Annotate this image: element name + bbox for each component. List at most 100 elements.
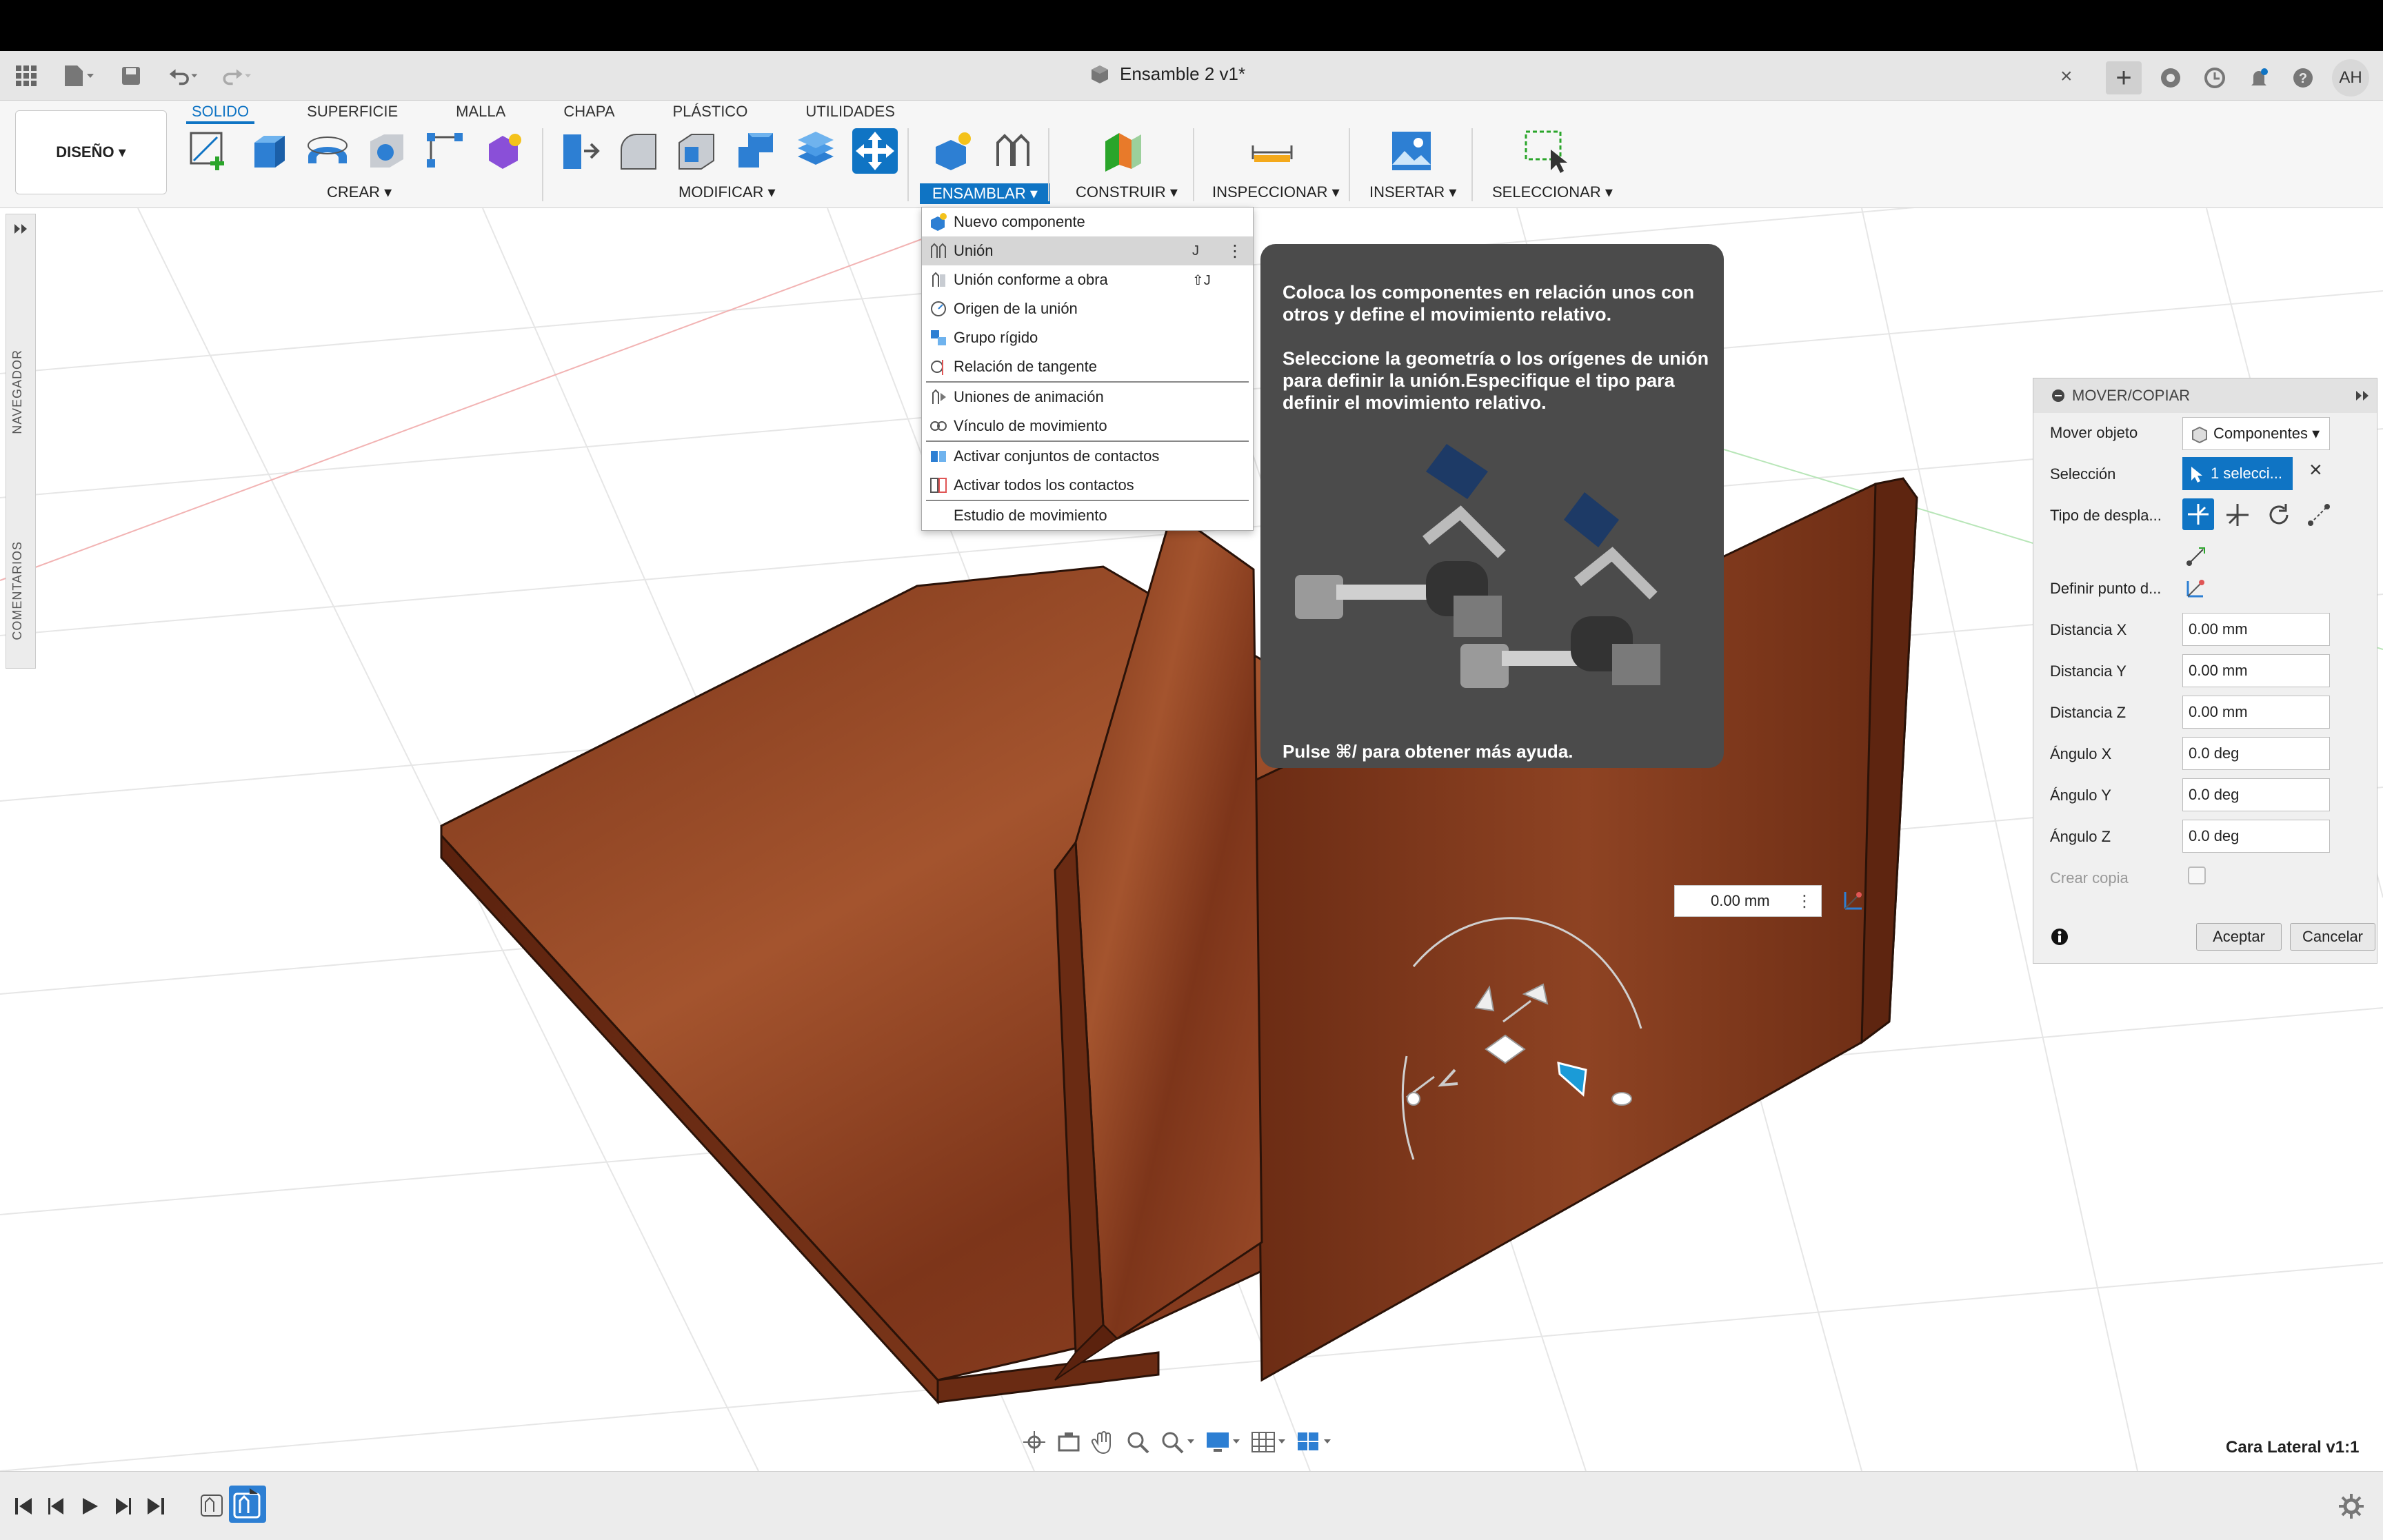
- offset-face-icon[interactable]: [793, 128, 838, 174]
- fit-zoom-icon[interactable]: [1158, 1428, 1197, 1456]
- timeline-joint-feature-icon[interactable]: [199, 1490, 226, 1520]
- tab-plastico[interactable]: PLÁSTICO: [667, 101, 754, 124]
- timeline-active-feature[interactable]: [229, 1486, 266, 1523]
- hole-icon[interactable]: [364, 128, 410, 174]
- group-inspeccionar[interactable]: INSPECCIONAR ▾: [1212, 183, 1340, 201]
- clear-selection-button[interactable]: ×: [2309, 457, 2322, 483]
- cancel-button[interactable]: Cancelar: [2290, 923, 2375, 951]
- timeline-first-icon[interactable]: [12, 1495, 34, 1517]
- point-to-position-icon[interactable]: [2182, 543, 2210, 570]
- coordinate-system-icon[interactable]: [1838, 885, 1869, 915]
- viewports-icon[interactable]: [1295, 1428, 1334, 1456]
- tab-chapa[interactable]: CHAPA: [558, 101, 620, 124]
- pattern-icon[interactable]: [423, 128, 469, 174]
- distancia-y-input[interactable]: 0.00 mm: [2182, 654, 2330, 687]
- extrude-icon[interactable]: [245, 128, 291, 174]
- user-avatar[interactable]: AH: [2332, 59, 2369, 97]
- workspace-switcher[interactable]: DISEÑO ▾: [15, 110, 167, 194]
- create-copy-checkbox[interactable]: [2188, 867, 2206, 884]
- inline-distance-input[interactable]: 0.00 mm ⋮: [1674, 885, 1822, 917]
- menu-item-uniones-animacion[interactable]: Uniones de animación: [922, 383, 1253, 412]
- free-move-type-button[interactable]: [2182, 498, 2214, 530]
- menu-item-activar-todos[interactable]: Activar todos los contactos: [922, 471, 1253, 500]
- collapse-icon[interactable]: [2051, 389, 2065, 403]
- insert-image-icon[interactable]: [1389, 128, 1434, 174]
- point-to-point-icon[interactable]: [2305, 501, 2333, 529]
- extensions-icon[interactable]: [2155, 63, 2186, 93]
- display-settings-icon[interactable]: [1204, 1428, 1243, 1456]
- expand-dialog-icon[interactable]: [2355, 389, 2370, 402]
- tab-utilidades[interactable]: UTILIDADES: [800, 101, 901, 124]
- group-modificar[interactable]: MODIFICAR ▾: [678, 183, 776, 201]
- create-sketch-icon[interactable]: [186, 128, 232, 174]
- timeline-next-icon[interactable]: [112, 1495, 134, 1517]
- tab-malla[interactable]: MALLA: [450, 101, 511, 124]
- angulo-z-input[interactable]: 0.0 deg: [2182, 820, 2330, 853]
- notifications-bell-icon[interactable]: [2244, 63, 2274, 93]
- inline-more-icon[interactable]: ⋮: [1796, 891, 1813, 911]
- comentarios-tab[interactable]: COMENTARIOS: [10, 541, 25, 640]
- job-status-icon[interactable]: [2200, 63, 2230, 93]
- accept-button[interactable]: Aceptar: [2196, 923, 2282, 951]
- help-icon[interactable]: ?: [2288, 63, 2318, 93]
- measure-icon[interactable]: [1249, 128, 1295, 174]
- distancia-z-input[interactable]: 0.00 mm: [2182, 696, 2330, 729]
- pan-hand-icon[interactable]: [1089, 1428, 1117, 1456]
- revolve-icon[interactable]: [305, 128, 350, 174]
- undo-icon[interactable]: [168, 61, 199, 91]
- tab-superficie[interactable]: SUPERFICIE: [301, 101, 403, 124]
- angulo-y-input[interactable]: 0.0 deg: [2182, 778, 2330, 811]
- tab-solido[interactable]: SOLIDO: [186, 101, 255, 124]
- menu-item-origen-union[interactable]: Origen de la unión: [922, 294, 1253, 323]
- move-copy-icon[interactable]: [852, 128, 898, 174]
- timeline-prev-icon[interactable]: [46, 1495, 68, 1517]
- menu-item-grupo-rigido[interactable]: Grupo rígido: [922, 323, 1253, 352]
- distancia-x-input[interactable]: 0.00 mm: [2182, 613, 2330, 646]
- close-tab-button[interactable]: ×: [2060, 65, 2073, 88]
- clamp-illustration-right: [1460, 492, 1660, 688]
- orbit-icon[interactable]: [1020, 1428, 1048, 1456]
- dialog-header[interactable]: MOVER/COPIAR: [2033, 378, 2377, 413]
- info-icon[interactable]: [2050, 927, 2069, 946]
- file-menu-icon[interactable]: [63, 61, 94, 91]
- offset-plane-icon[interactable]: [1100, 128, 1146, 174]
- translate-type-icon[interactable]: [2224, 501, 2251, 529]
- timeline-last-icon[interactable]: [145, 1495, 167, 1517]
- fillet-icon[interactable]: [615, 128, 661, 174]
- joint-icon[interactable]: [990, 128, 1036, 174]
- group-insertar[interactable]: INSERTAR ▾: [1369, 183, 1456, 201]
- press-pull-icon[interactable]: [556, 128, 601, 174]
- new-component-icon[interactable]: [931, 128, 976, 174]
- rotate-type-icon[interactable]: [2265, 501, 2293, 529]
- shell-icon[interactable]: [674, 128, 720, 174]
- timeline-play-icon[interactable]: [79, 1495, 101, 1517]
- timeline-settings-gear-icon[interactable]: [2337, 1492, 2365, 1520]
- combine-icon[interactable]: [734, 128, 779, 174]
- menu-item-estudio-movimiento[interactable]: Estudio de movimiento: [922, 501, 1253, 530]
- redo-icon[interactable]: [221, 61, 251, 91]
- new-tab-button[interactable]: +: [2106, 61, 2142, 94]
- menu-item-vinculo-movimiento[interactable]: Vínculo de movimiento: [922, 412, 1253, 440]
- apps-grid-icon[interactable]: [11, 61, 41, 91]
- menu-item-activar-conjuntos[interactable]: Activar conjuntos de contactos: [922, 442, 1253, 471]
- save-icon[interactable]: [116, 61, 146, 91]
- menu-item-nuevo-componente[interactable]: Nuevo componente: [922, 207, 1253, 236]
- grid-settings-icon[interactable]: [1249, 1428, 1288, 1456]
- more-options-icon[interactable]: ⋮: [1227, 241, 1243, 261]
- expand-panel-icon[interactable]: [6, 217, 35, 241]
- menu-item-union-conforme[interactable]: Unión conforme a obra ⇧J: [922, 265, 1253, 294]
- group-ensamblar[interactable]: ENSAMBLAR ▾: [920, 183, 1050, 204]
- group-crear[interactable]: CREAR ▾: [327, 183, 392, 201]
- group-seleccionar[interactable]: SELECCIONAR ▾: [1492, 183, 1613, 201]
- create-form-icon[interactable]: [483, 128, 528, 174]
- select-window-icon[interactable]: [1522, 128, 1568, 174]
- zoom-icon[interactable]: [1124, 1428, 1152, 1456]
- angulo-x-input[interactable]: 0.0 deg: [2182, 737, 2330, 770]
- group-construir[interactable]: CONSTRUIR ▾: [1076, 183, 1178, 201]
- menu-item-union[interactable]: Unión J ⋮: [922, 236, 1253, 265]
- navegador-tab[interactable]: NAVEGADOR: [10, 349, 25, 434]
- set-pivot-icon[interactable]: [2182, 574, 2210, 602]
- angulo-y-label: Ángulo Y: [2050, 787, 2111, 804]
- menu-item-relacion-tangente[interactable]: Relación de tangente: [922, 352, 1253, 381]
- look-at-icon[interactable]: [1055, 1428, 1083, 1456]
